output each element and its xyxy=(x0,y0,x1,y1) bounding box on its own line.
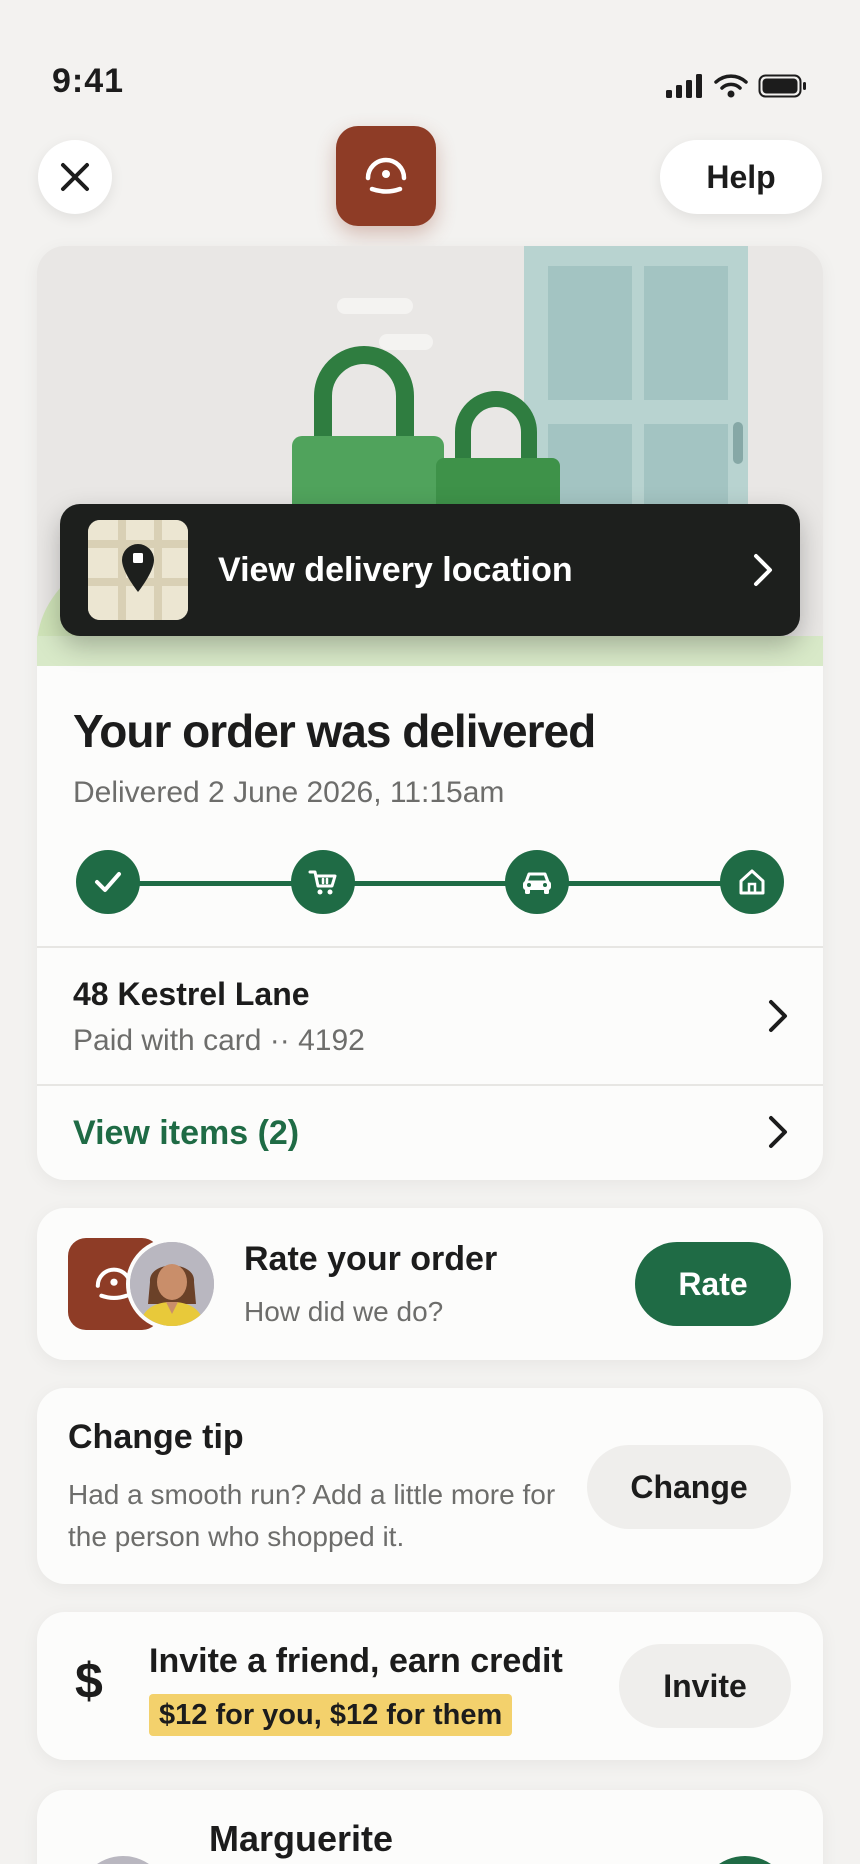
check-icon xyxy=(95,872,121,892)
invite-promo-highlight: $12 for you, $12 for them xyxy=(149,1694,513,1736)
cart-icon xyxy=(308,870,337,895)
signal-icon xyxy=(666,74,702,98)
status-time: 9:41 xyxy=(52,62,125,100)
brand-logo xyxy=(336,126,436,226)
step-shopping xyxy=(291,850,355,914)
rate-button[interactable]: Rate xyxy=(635,1242,791,1326)
shopper-avatar xyxy=(77,1856,169,1864)
tip-title: Change tip xyxy=(68,1418,244,1456)
close-button[interactable] xyxy=(38,140,112,214)
order-card: View delivery location Your order was de… xyxy=(37,246,823,1180)
delivery-address: 48 Kestrel Lane xyxy=(73,976,310,1012)
map-pin-icon xyxy=(88,520,188,620)
delivered-timestamp: Delivered 2 June 2026, 11:15am xyxy=(73,776,505,809)
dollar-icon: $ xyxy=(75,1653,103,1709)
battery-icon xyxy=(758,74,806,98)
chevron-right-icon xyxy=(769,1000,787,1032)
chevron-right-icon xyxy=(769,1116,787,1148)
shopper-action-button[interactable] xyxy=(699,1856,791,1864)
person-photo xyxy=(130,1242,214,1326)
view-items-link[interactable]: View items (2) xyxy=(73,1114,299,1153)
change-tip-button[interactable]: Change xyxy=(587,1445,791,1529)
tip-description: Had a smooth run? Add a little more for … xyxy=(68,1479,556,1552)
home-icon xyxy=(739,869,765,895)
step-confirmed xyxy=(76,850,140,914)
step-on-the-way xyxy=(505,850,569,914)
view-delivery-location-button[interactable]: View delivery location xyxy=(60,504,800,636)
rate-subtitle: How did we do? xyxy=(244,1296,444,1327)
change-tip-card: Change tip Had a smooth run? Add a littl… xyxy=(37,1388,823,1584)
invite-title: Invite a friend, earn credit xyxy=(149,1642,563,1680)
rate-order-card: Rate your order How did we do? Rate xyxy=(37,1208,823,1360)
car-icon xyxy=(523,872,551,894)
invite-card: $ Invite a friend, earn credit $12 for y… xyxy=(37,1612,823,1760)
order-status-title: Your order was delivered xyxy=(73,705,596,757)
shopper-name: Marguerite xyxy=(209,1818,394,1859)
brand-logo-icon xyxy=(365,157,407,194)
address-row[interactable] xyxy=(37,948,823,1084)
delivery-progress xyxy=(76,850,784,916)
shopper-card: Marguerite xyxy=(37,1790,823,1864)
status-icons xyxy=(666,74,808,98)
view-delivery-location-label: View delivery location xyxy=(218,550,573,589)
rate-title: Rate your order xyxy=(244,1240,498,1278)
payment-method: Paid with card ·· 4192 xyxy=(73,1024,365,1057)
invite-button[interactable]: Invite xyxy=(619,1644,791,1728)
wifi-icon xyxy=(714,74,748,98)
map-thumbnail xyxy=(88,520,188,620)
chevron-right-icon xyxy=(754,554,772,586)
shopper-avatar xyxy=(126,1238,218,1330)
progress-line xyxy=(106,881,754,886)
step-delivered xyxy=(720,850,784,914)
help-button[interactable]: Help xyxy=(660,140,822,214)
close-icon xyxy=(61,163,89,191)
